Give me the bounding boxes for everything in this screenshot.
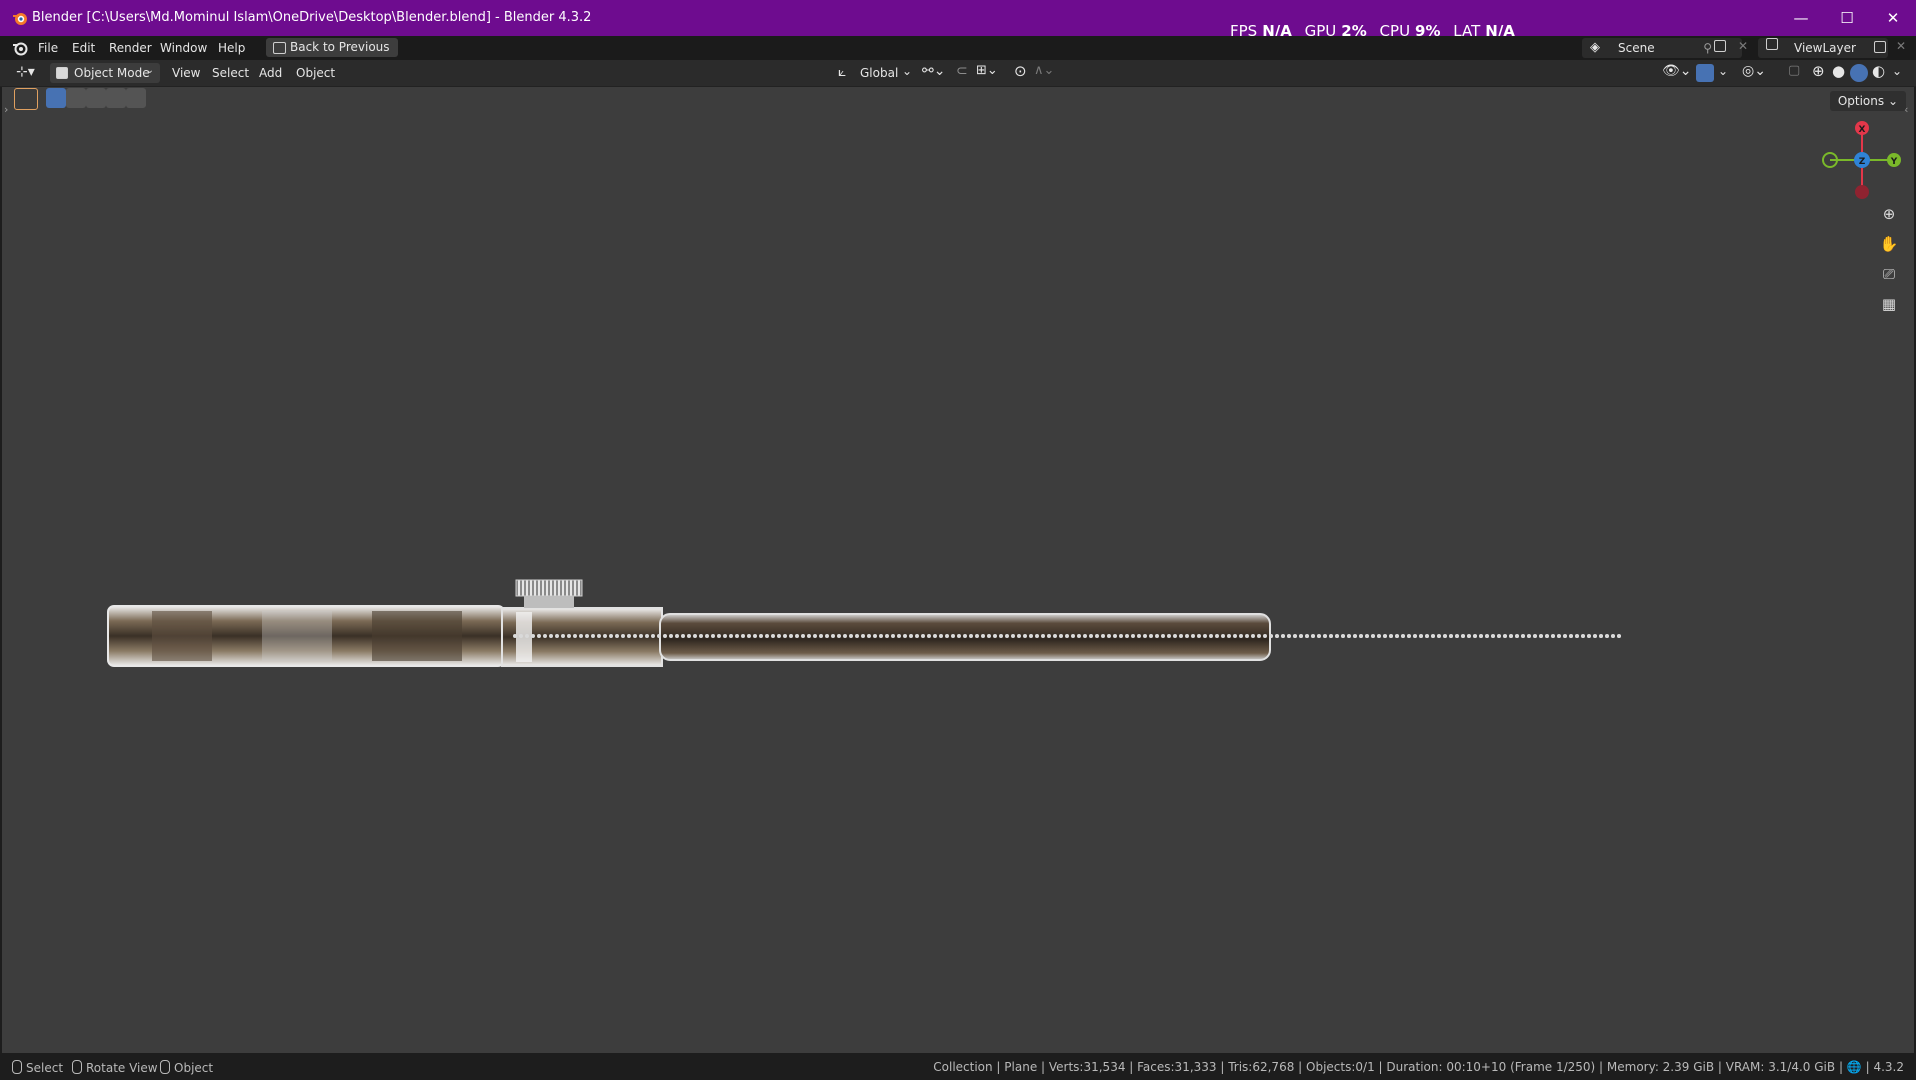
transform-orientation-icon: ⟀ xyxy=(838,64,847,80)
gizmo-x-label: X xyxy=(1859,125,1866,135)
toolbar-expand-icon[interactable]: › xyxy=(4,103,8,116)
menu-render[interactable]: Render xyxy=(109,41,152,55)
scene-icon: ◈ xyxy=(1590,40,1600,55)
delete-view-layer-icon[interactable]: ✕ xyxy=(1896,39,1906,53)
mouse-left-icon xyxy=(12,1060,22,1074)
blender-menu-icon[interactable] xyxy=(12,40,28,56)
select-invert-icon[interactable] xyxy=(126,88,146,108)
select-subtract-icon[interactable] xyxy=(86,88,106,108)
gizmo-neg-x-axis[interactable] xyxy=(1855,185,1869,199)
chevron-down-icon: ⌄ xyxy=(902,64,913,78)
options-label: Options xyxy=(1837,94,1885,108)
material-preview-icon[interactable] xyxy=(1850,64,1868,82)
overlays-icon[interactable]: ◎⌄ xyxy=(1742,63,1766,79)
hint-rotate-view: Rotate View xyxy=(72,1060,158,1075)
menu-add[interactable]: Add xyxy=(259,66,282,80)
scene-render xyxy=(107,579,1622,667)
menu-view[interactable]: View xyxy=(172,66,200,80)
network-icon: 🌐 xyxy=(1846,1060,1862,1074)
scene-name: Scene xyxy=(1618,41,1655,55)
menu-window[interactable]: Window xyxy=(160,41,207,55)
scene-statistics: Collection | Plane | Verts:31,534 | Face… xyxy=(933,1060,1904,1074)
chevron-down-icon[interactable]: ⌄ xyxy=(1718,64,1728,78)
pivot-point-icon[interactable]: ⚯⌄ xyxy=(922,63,945,79)
gizmo-y-label: Y xyxy=(1890,157,1898,167)
back-to-previous-label: Back to Previous xyxy=(290,40,390,54)
close-button[interactable]: ✕ xyxy=(1870,0,1916,36)
view-layer-selector[interactable]: ViewLayer xyxy=(1758,38,1888,58)
object-mode-icon xyxy=(56,67,68,79)
new-view-layer-icon[interactable] xyxy=(1874,41,1886,53)
blender-logo-icon xyxy=(13,13,27,25)
view-layer-icon xyxy=(1766,38,1778,50)
top-menu-bar: File Edit Render Window Help Back to Pre… xyxy=(0,36,1916,60)
gizmo-toggle-icon[interactable] xyxy=(1696,64,1714,82)
perspective-grid-icon[interactable]: ▦ xyxy=(1876,291,1902,317)
select-intersect-icon[interactable] xyxy=(106,88,126,108)
viewport-header: ⊹▾ Object Mode ⌄ View Select Add Object … xyxy=(0,60,1916,87)
snap-icon[interactable]: ⊂ xyxy=(956,63,968,79)
separator: | xyxy=(1838,1060,1847,1074)
camera-view-icon[interactable]: ⎚ xyxy=(1876,261,1902,287)
3d-viewport[interactable]: › ‹ xyxy=(2,87,1914,1053)
mouse-right-icon xyxy=(160,1060,170,1074)
menu-edit[interactable]: Edit xyxy=(72,41,95,55)
falloff-icon[interactable]: ∧⌄ xyxy=(1034,63,1054,78)
hint-rotate-label: Rotate View xyxy=(86,1061,158,1075)
syringe-model xyxy=(107,579,1622,667)
view-layer-name: ViewLayer xyxy=(1794,41,1856,55)
options-dropdown[interactable]: Options ⌄ xyxy=(1829,91,1906,111)
chevron-down-icon[interactable]: ⌄ xyxy=(1892,64,1902,78)
status-bar: Select Rotate View Object Collection | P… xyxy=(0,1053,1916,1080)
window-title: Blender [C:\Users\Md.Mominul Islam\OneDr… xyxy=(32,10,592,25)
maximize-button[interactable]: ☐ xyxy=(1824,0,1870,36)
mode-selector[interactable]: Object Mode ⌄ xyxy=(50,63,160,83)
select-tool-icon[interactable] xyxy=(14,88,38,110)
snap-target-icon[interactable]: ⊞⌄ xyxy=(976,63,998,78)
hint-select-label: Select xyxy=(26,1061,64,1075)
new-scene-icon[interactable] xyxy=(1714,40,1726,52)
transform-orientation-select[interactable]: Global xyxy=(860,66,898,80)
chevron-down-icon: ⌄ xyxy=(145,65,154,76)
solid-shading-icon[interactable]: ● xyxy=(1832,62,1845,80)
editor-type-icon[interactable]: ⊹▾ xyxy=(16,64,35,80)
select-new-icon[interactable] xyxy=(46,88,66,108)
screen-icon xyxy=(273,42,286,54)
minimize-button[interactable]: — xyxy=(1778,0,1824,36)
proportional-editing-icon[interactable]: ⊙ xyxy=(1014,62,1027,80)
hint-object-label: Object xyxy=(174,1061,214,1075)
title-bar: Blender [C:\Users\Md.Mominul Islam\OneDr… xyxy=(0,0,1916,40)
version-label: 4.3.2 xyxy=(1873,1060,1904,1074)
visibility-icon[interactable]: 👁⌄ xyxy=(1662,63,1692,79)
back-to-previous-button[interactable]: Back to Previous xyxy=(266,38,398,57)
pan-hand-icon[interactable]: ✋ xyxy=(1876,231,1902,257)
hint-select: Select xyxy=(12,1060,63,1075)
wireframe-shading-icon[interactable]: ⊕ xyxy=(1812,62,1825,80)
xray-icon[interactable]: ▢ xyxy=(1788,63,1800,78)
hint-object: Object xyxy=(160,1060,213,1075)
scene-info: Collection | Plane | Verts:31,534 | Face… xyxy=(933,1060,1836,1074)
rendered-shading-icon[interactable]: ◐ xyxy=(1872,62,1885,80)
navigation-gizmo[interactable]: X Y Z xyxy=(1818,116,1902,200)
pin-icon[interactable]: ⚲ xyxy=(1703,38,1712,58)
mode-label: Object Mode xyxy=(74,66,150,80)
menu-object[interactable]: Object xyxy=(296,66,335,80)
gizmo-z-label: Z xyxy=(1859,157,1866,167)
select-extend-icon[interactable] xyxy=(66,88,86,108)
mouse-middle-icon xyxy=(72,1060,82,1074)
menu-select[interactable]: Select xyxy=(212,66,249,80)
menu-help[interactable]: Help xyxy=(218,41,245,55)
delete-scene-icon[interactable]: ✕ xyxy=(1738,39,1748,53)
zoom-icon[interactable]: ⊕ xyxy=(1876,201,1902,227)
menu-file[interactable]: File xyxy=(38,41,58,55)
